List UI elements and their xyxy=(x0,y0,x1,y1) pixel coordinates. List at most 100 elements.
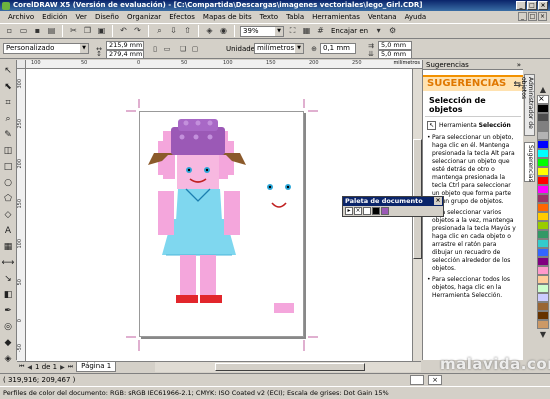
menu-ver[interactable]: Ver xyxy=(76,13,87,21)
save-icon[interactable]: ▪ xyxy=(32,26,43,37)
page-tab[interactable]: Página 1 xyxy=(76,362,117,372)
page-height-field[interactable]: 279,4 mm xyxy=(106,50,144,59)
outline-tool-icon[interactable]: ◎ xyxy=(2,321,15,334)
color-swatch[interactable] xyxy=(537,275,549,284)
chevron-down-icon[interactable]: ▾ xyxy=(373,26,384,37)
tab-hints[interactable]: Sugerencias xyxy=(524,142,535,182)
color-swatch[interactable] xyxy=(537,212,549,221)
color-swatch[interactable] xyxy=(537,311,549,320)
color-swatch[interactable] xyxy=(537,257,549,266)
color-swatch[interactable] xyxy=(537,320,549,329)
grid-icon[interactable]: # xyxy=(315,26,326,37)
color-swatch[interactable] xyxy=(381,207,389,215)
minimize-button[interactable]: _ xyxy=(516,1,526,10)
menu-diseno[interactable]: Diseño xyxy=(95,13,119,21)
color-swatch[interactable] xyxy=(537,113,549,122)
color-swatch[interactable] xyxy=(537,203,549,212)
color-swatch[interactable] xyxy=(537,185,549,194)
nudge-distance-field[interactable]: 0,1 mm xyxy=(320,43,356,54)
menu-tabla[interactable]: Tabla xyxy=(286,13,304,21)
document-palette-window[interactable]: Paleta de documento × ▸ × xyxy=(342,196,444,217)
copy-icon[interactable]: ❐ xyxy=(82,26,93,37)
landscape-icon[interactable]: ▭ xyxy=(162,44,172,54)
tab-object-manager[interactable]: Administrador de objetos xyxy=(520,74,535,136)
menu-ventana[interactable]: Ventana xyxy=(368,13,397,21)
connector-tool-icon[interactable]: ↘ xyxy=(2,273,15,286)
maximize-button[interactable]: □ xyxy=(527,1,537,10)
color-swatch[interactable] xyxy=(537,230,549,239)
text-tool-icon[interactable]: A xyxy=(2,225,15,238)
color-swatch[interactable] xyxy=(537,302,549,311)
color-swatch[interactable] xyxy=(537,104,549,113)
doc-minimize-button[interactable]: _ xyxy=(518,12,527,21)
color-swatch[interactable] xyxy=(537,293,549,302)
menu-organizar[interactable]: Organizar xyxy=(127,13,161,21)
close-button[interactable]: × xyxy=(538,1,548,10)
color-swatch[interactable] xyxy=(537,158,549,167)
cut-icon[interactable]: ✂ xyxy=(68,26,79,37)
ruler-origin[interactable] xyxy=(17,60,26,69)
color-swatch[interactable] xyxy=(537,284,549,293)
document-palette-title[interactable]: Paleta de documento × xyxy=(343,197,443,206)
crop-tool-icon[interactable]: ⌗ xyxy=(2,97,15,110)
import-icon[interactable]: ⇩ xyxy=(168,26,179,37)
no-color-icon[interactable]: × xyxy=(354,207,362,215)
next-page-icon[interactable]: ▶ xyxy=(60,364,65,371)
duplicate-y-field[interactable]: 5,0 mm xyxy=(378,50,412,59)
snap-to-button[interactable]: Encajar en xyxy=(329,27,370,35)
menu-efectos[interactable]: Efectos xyxy=(169,13,195,21)
color-swatch[interactable] xyxy=(372,207,380,215)
vertical-ruler[interactable]: 300 250 200 150 100 50 0 -50 xyxy=(17,69,26,361)
horizontal-ruler[interactable]: 100 50 0 50 100 150 200 250 milímetros xyxy=(26,60,422,69)
prev-page-icon[interactable]: ◀ xyxy=(27,364,32,371)
pick-tool-icon[interactable]: ↖ xyxy=(2,65,15,78)
application-launcher-icon[interactable]: ◈ xyxy=(204,26,215,37)
all-pages-icon[interactable]: ❏ xyxy=(178,44,188,54)
menu-archivo[interactable]: Archivo xyxy=(8,13,34,21)
dimension-tool-icon[interactable]: ⟷ xyxy=(2,257,15,270)
freehand-tool-icon[interactable]: ✎ xyxy=(2,129,15,142)
close-icon[interactable]: × xyxy=(434,197,442,205)
current-page-icon[interactable]: ▢ xyxy=(190,44,200,54)
chevron-down-icon[interactable]: ▼ xyxy=(538,329,549,340)
menu-ayuda[interactable]: Ayuda xyxy=(405,13,427,21)
color-swatch[interactable] xyxy=(537,167,549,176)
menu-mapas-de-bits[interactable]: Mapas de bits xyxy=(203,13,252,21)
doc-restore-button[interactable]: □ xyxy=(528,12,537,21)
zoom-tool-icon[interactable]: ⌕ xyxy=(2,113,15,126)
rulers-icon[interactable]: ▦ xyxy=(301,26,312,37)
full-screen-icon[interactable]: ⛶ xyxy=(287,26,298,37)
color-swatch[interactable] xyxy=(537,131,549,140)
zoom-level-select[interactable]: 39% ▼ xyxy=(240,25,284,37)
scroll-thumb[interactable] xyxy=(215,363,365,371)
smart-fill-tool-icon[interactable]: ◫ xyxy=(2,145,15,158)
ellipse-tool-icon[interactable]: ○ xyxy=(2,177,15,190)
polygon-tool-icon[interactable]: ⬠ xyxy=(2,193,15,206)
color-swatch[interactable] xyxy=(537,221,549,230)
interactive-blend-tool-icon[interactable]: ◧ xyxy=(2,289,15,302)
fill-indicator[interactable] xyxy=(410,375,424,385)
menu-herramientas[interactable]: Herramientas xyxy=(312,13,360,21)
menu-edicion[interactable]: Edición xyxy=(42,13,67,21)
fill-tool-icon[interactable]: ◆ xyxy=(2,337,15,350)
horizontal-scrollbar[interactable] xyxy=(155,361,421,372)
welcome-screen-icon[interactable]: ◉ xyxy=(218,26,229,37)
page-width-field[interactable]: 215,9 mm xyxy=(106,41,144,50)
rectangle-tool-icon[interactable]: □ xyxy=(2,161,15,174)
close-icon[interactable]: » xyxy=(517,60,521,70)
menu-texto[interactable]: Texto xyxy=(260,13,278,21)
shape-tool-icon[interactable]: ⬉ xyxy=(2,81,15,94)
portrait-icon[interactable]: ▯ xyxy=(150,44,160,54)
table-tool-icon[interactable]: ▦ xyxy=(2,241,15,254)
eyedropper-tool-icon[interactable]: ✒ xyxy=(2,305,15,318)
color-swatch[interactable]: × xyxy=(537,94,549,104)
options-icon[interactable]: ⚙ xyxy=(387,26,398,37)
palette-menu-icon[interactable]: ▸ xyxy=(345,207,353,215)
open-folder-icon[interactable]: ▭ xyxy=(18,26,29,37)
export-icon[interactable]: ⇧ xyxy=(182,26,193,37)
color-swatch[interactable] xyxy=(537,266,549,275)
color-swatch[interactable] xyxy=(537,140,549,149)
first-page-icon[interactable]: ⏮ xyxy=(19,363,24,371)
last-page-icon[interactable]: ⏭ xyxy=(68,363,73,371)
color-swatch[interactable] xyxy=(537,149,549,158)
